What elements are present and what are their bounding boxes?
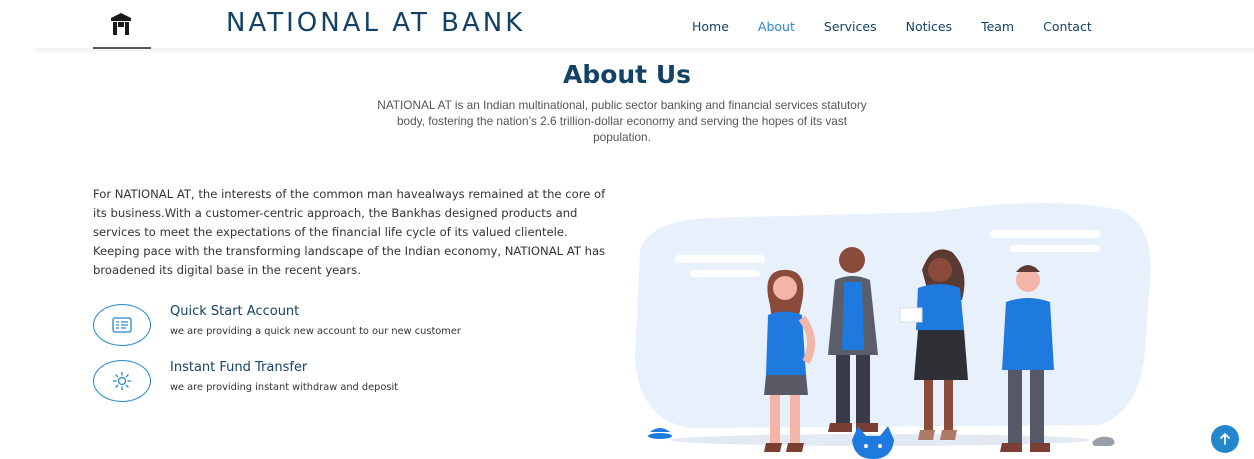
feature-instant-transfer: Instant Fund Transfer we are providing i…	[93, 360, 593, 404]
team-illustration	[630, 190, 1160, 459]
feature-title[interactable]: Quick Start Account	[170, 304, 299, 319]
nav-services[interactable]: Services	[824, 19, 877, 34]
site-header: NATIONAL AT BANK Home About Services Not…	[0, 0, 1254, 50]
header-shadow	[35, 48, 1254, 54]
feature-icon-circle	[93, 360, 151, 402]
back-to-top-button[interactable]	[1211, 425, 1239, 453]
about-body-text: For NATIONAL AT, the interests of the co…	[93, 187, 606, 277]
people-illustration-image	[635, 202, 1151, 459]
nav-notices[interactable]: Notices	[906, 19, 952, 34]
nav-home[interactable]: Home	[692, 19, 729, 34]
nav-contact[interactable]: Contact	[1043, 19, 1092, 34]
feature-description: we are providing instant withdraw and de…	[170, 382, 399, 393]
feature-quick-start: Quick Start Account we are providing a q…	[93, 304, 593, 348]
nav-team[interactable]: Team	[981, 19, 1014, 34]
logo[interactable]	[93, 9, 151, 49]
feature-title[interactable]: Instant Fund Transfer	[170, 360, 307, 375]
section-subtitle: NATIONAL AT is an Indian multinational, …	[377, 98, 867, 144]
sun-icon	[112, 371, 132, 391]
feature-description: we are providing a quick new account to …	[170, 326, 461, 337]
feature-icon-circle	[93, 304, 151, 346]
section-title: About Us	[562, 60, 692, 89]
nav-about[interactable]: About	[758, 19, 795, 34]
arrow-up-icon	[1220, 433, 1230, 445]
main-nav: Home About Services Notices Team Contact	[692, 19, 1121, 34]
brand-name[interactable]: NATIONAL AT BANK	[226, 8, 525, 38]
bank-logo-icon	[111, 13, 131, 35]
id-card-icon	[112, 317, 132, 333]
